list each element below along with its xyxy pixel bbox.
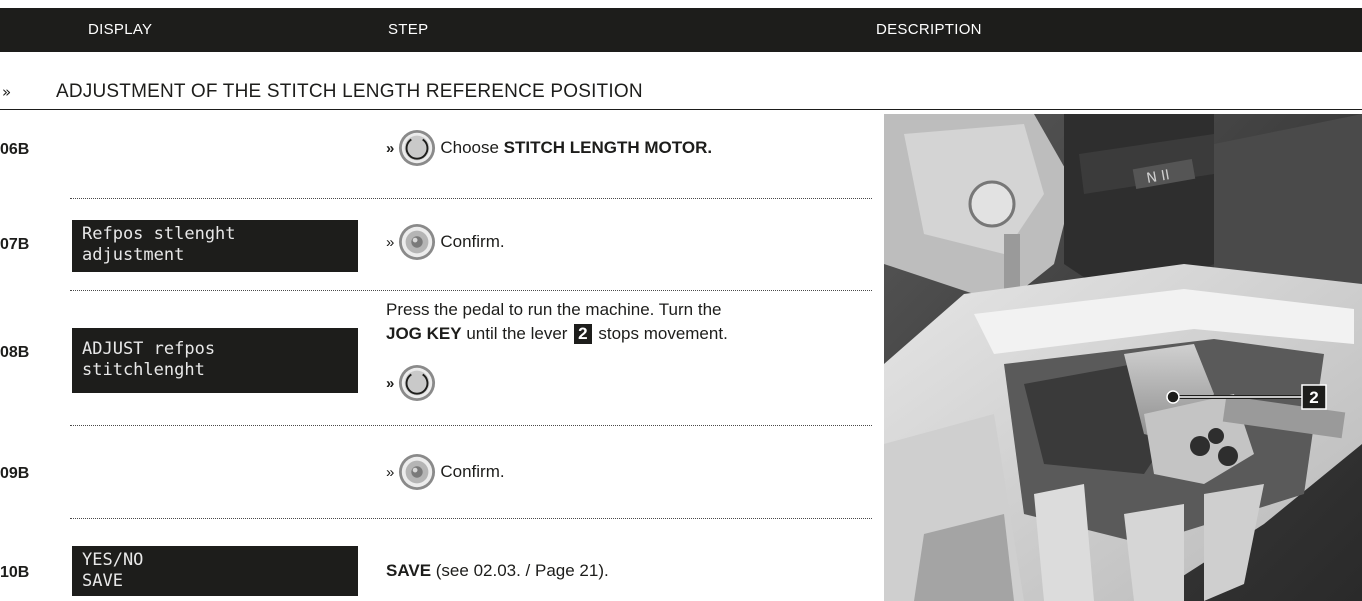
lcd-line-1: YES/NO xyxy=(82,550,144,570)
lcd-line-2: adjustment xyxy=(82,245,185,265)
lcd-line-2: stitchlenght xyxy=(82,360,205,380)
rotary-knob-turn-icon xyxy=(399,129,436,167)
description-text: Press the pedal to run the machine. Turn… xyxy=(386,298,866,346)
step-chevron: » xyxy=(386,374,395,392)
lcd-line-1: Refpos stlenght xyxy=(82,224,236,244)
step-chevron: » xyxy=(386,463,395,481)
row-id: 08B xyxy=(0,344,30,361)
lcd-line-1: ADJUST refpos xyxy=(82,339,216,359)
description-fragment: until the lever xyxy=(461,324,573,343)
row-id: 09B xyxy=(0,465,30,482)
rotary-knob-press-icon xyxy=(399,453,436,491)
row-separator xyxy=(70,425,872,426)
section-chevron: » xyxy=(2,83,12,101)
col-header-display: DISPLAY xyxy=(88,21,153,38)
step-cell: » Confirm. xyxy=(386,453,505,491)
description-line-2: JOG KEY until the lever 2 stops movement… xyxy=(386,322,866,346)
section-title: ADJUSTMENT OF THE STITCH LENGTH REFERENC… xyxy=(56,81,643,102)
step-text: Confirm. xyxy=(440,232,505,251)
lcd-display: Refpos stlenght adjustment xyxy=(72,220,358,272)
col-header-description: DESCRIPTION xyxy=(876,21,982,38)
step-text: Choose xyxy=(440,138,504,157)
lcd-display: YES/NO SAVE xyxy=(72,546,358,596)
row-id: 07B xyxy=(0,236,30,253)
step-text: Confirm. xyxy=(440,462,505,481)
col-header-step: STEP xyxy=(388,21,429,38)
step-cell: » Choose STITCH LENGTH MOTOR. xyxy=(386,129,712,167)
section-heading: » ADJUSTMENT OF THE STITCH LENGTH REFERE… xyxy=(0,80,1362,110)
photo-callout-label: 2 xyxy=(1309,388,1318,407)
step-text-bold: STITCH LENGTH MOTOR. xyxy=(503,138,713,157)
description-line-1: Press the pedal to run the machine. Turn… xyxy=(386,300,722,319)
lcd-display: ADJUST refpos stitchlenght xyxy=(72,328,358,393)
step-chevron: » xyxy=(386,139,395,157)
step-text-bold: SAVE xyxy=(386,561,432,580)
row-id: 06B xyxy=(0,141,30,158)
lcd-line-2: SAVE xyxy=(82,571,123,591)
row-separator xyxy=(70,290,872,291)
description-fragment: stops movement. xyxy=(593,324,728,343)
rotary-knob-turn-icon xyxy=(399,364,436,402)
row-separator xyxy=(70,518,872,519)
row-id: 10B xyxy=(0,564,30,581)
step-text: (see 02.03. / Page 21). xyxy=(431,561,609,580)
callout-badge: 2 xyxy=(574,324,592,344)
step-cell: » Confirm. xyxy=(386,223,505,261)
step-cell: » xyxy=(386,364,440,402)
machine-photo: N II 2 xyxy=(884,114,1362,601)
row-separator xyxy=(70,198,872,199)
step-chevron: » xyxy=(386,233,395,251)
step-cell: SAVE (see 02.03. / Page 21). xyxy=(386,561,609,581)
column-header-bar: DISPLAY STEP DESCRIPTION xyxy=(0,8,1362,52)
rotary-knob-press-icon xyxy=(399,223,436,261)
jog-key-label: JOG KEY xyxy=(386,324,462,343)
